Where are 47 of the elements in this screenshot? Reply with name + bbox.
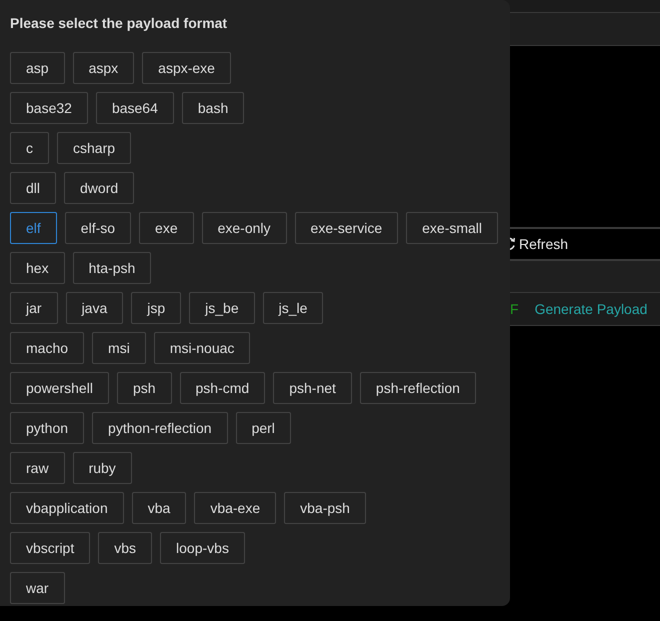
format-option[interactable]: hta-psh [72,252,152,284]
dialog-title: Please select the payload format [10,14,228,33]
format-option[interactable]: powershell [10,372,109,404]
format-option[interactable]: exe [139,212,194,244]
format-option[interactable]: java [66,292,124,324]
format-option[interactable]: csharp [57,132,132,164]
format-option[interactable]: asp [10,52,65,84]
format-option[interactable]: psh-cmd [180,372,266,404]
format-option[interactable]: vba-psh [284,492,366,524]
format-option[interactable]: ruby [72,452,132,484]
format-option[interactable]: loop-vbs [160,532,245,564]
format-option[interactable]: c [10,132,49,164]
format-option[interactable]: js_be [189,292,255,324]
format-option[interactable]: dll [10,172,56,204]
generate-payload-link[interactable]: Generate Payload [534,301,648,317]
format-option[interactable]: psh-reflection [360,372,476,404]
format-option[interactable]: base32 [10,92,88,124]
format-option[interactable]: base64 [96,92,174,124]
format-option[interactable]: hex [10,252,65,284]
format-option[interactable]: vbscript [10,532,90,564]
format-option[interactable]: elf-so [64,212,132,244]
format-option[interactable]: msi [92,332,146,364]
format-option[interactable]: python [10,412,84,444]
format-option[interactable]: exe-service [294,212,398,244]
format-option[interactable]: js_le [262,292,324,324]
format-option[interactable]: psh [116,372,172,404]
format-option[interactable]: msi-nouac [154,332,250,364]
format-option[interactable]: vbapplication [10,492,124,524]
format-option[interactable]: vba-exe [194,492,276,524]
format-option[interactable]: aspx [72,52,134,84]
format-option[interactable]: vbs [98,532,152,564]
format-option[interactable]: macho [10,332,84,364]
format-option[interactable]: python-reflection [92,412,228,444]
format-option[interactable]: exe-only [202,212,287,244]
format-option[interactable]: vba [132,492,186,524]
format-option[interactable]: dword [64,172,134,204]
format-option[interactable]: aspx-exe [142,52,231,84]
format-option[interactable]: war [10,572,65,604]
format-option[interactable]: perl [236,412,291,444]
format-option[interactable]: exe-small [406,212,498,244]
format-option[interactable]: raw [10,452,65,484]
format-option[interactable]: bash [182,92,244,124]
format-option[interactable]: jar [10,292,58,324]
format-option[interactable]: psh-net [273,372,352,404]
format-option[interactable]: elf [10,212,57,244]
format-option[interactable]: jsp [131,292,182,324]
format-text: F [510,301,519,317]
